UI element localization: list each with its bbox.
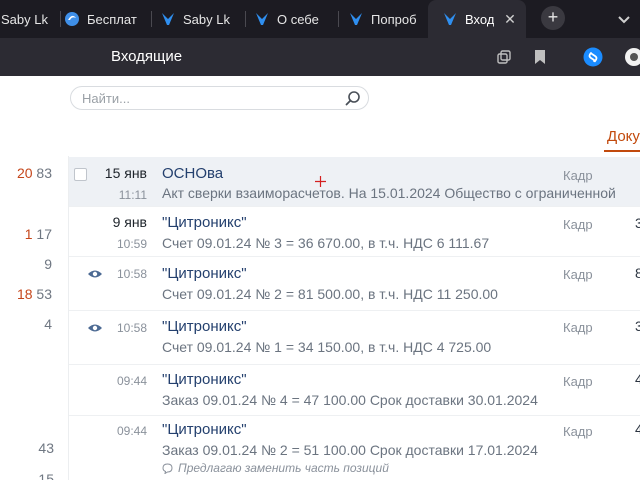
list-item[interactable]: 10:58 "Цитроникс" Счет 09.01.24 № 1 = 34… xyxy=(69,311,640,365)
row-date: 9 янв xyxy=(112,214,147,230)
row-responsible: Кадр xyxy=(563,424,593,439)
row-date: 15 янв xyxy=(104,165,147,181)
tab-divider xyxy=(151,11,152,27)
search-icon[interactable] xyxy=(344,90,362,108)
counter-unread: 1 xyxy=(24,226,33,242)
counter-7[interactable]: 15 xyxy=(0,471,54,480)
saby-icon xyxy=(254,11,270,27)
row-organization[interactable]: "Цитроникс" xyxy=(162,318,247,335)
row-description: Заказ 09.01.24 № 2 = 51 100.00 Срок дост… xyxy=(162,442,538,458)
search-input[interactable]: Найти... xyxy=(70,86,369,110)
browser-tab-strip: Saby Lk Бесплат Saby Lk О себе Попроб Вх… xyxy=(0,0,640,38)
tab-title: Вход xyxy=(465,11,495,27)
tab-divider xyxy=(338,11,339,27)
counter-total: 53 xyxy=(36,286,52,302)
tab-poprob[interactable]: Попроб xyxy=(348,0,418,38)
eye-icon xyxy=(87,267,103,279)
close-tab-icon[interactable]: ✕ xyxy=(502,11,518,27)
counter-total: 43 xyxy=(38,440,54,456)
shazam-icon[interactable] xyxy=(583,47,603,67)
counter-total: 9 xyxy=(44,256,52,272)
tab-title: Попроб xyxy=(371,11,417,27)
tab-saby-lk-2[interactable]: Saby Lk xyxy=(160,0,242,38)
new-tab-button[interactable]: + xyxy=(541,6,565,30)
browser-toolbar: Входящие xyxy=(0,38,640,76)
counter-6[interactable]: 43 xyxy=(0,440,54,456)
row-responsible: Кадр xyxy=(563,168,593,183)
counter-1[interactable]: 20 83 xyxy=(0,165,52,181)
tab-title: Saby Lk xyxy=(1,11,48,27)
tab-o-sebe[interactable]: О себе xyxy=(254,0,336,38)
row-description: Акт сверки взаиморасчетов. На 15.01.2024… xyxy=(162,185,616,201)
tab-title: Бесплат xyxy=(87,11,137,27)
swirl-icon xyxy=(64,11,80,27)
tab-title: О себе xyxy=(277,11,319,27)
row-time: 09:44 xyxy=(116,374,147,388)
eye-icon xyxy=(87,321,103,333)
chevron-down-icon[interactable] xyxy=(615,10,633,28)
counter-5[interactable]: 4 xyxy=(0,316,52,332)
list-item[interactable]: 10:58 "Цитроникс" Счет 09.01.24 № 2 = 81… xyxy=(69,257,640,311)
tab-title: Saby Lk xyxy=(183,11,230,27)
tab-vhod-active[interactable]: Вход ✕ xyxy=(428,0,526,38)
saby-icon xyxy=(348,11,364,27)
row-time: 10:59 xyxy=(116,237,147,251)
row-time: 10:58 xyxy=(116,267,147,281)
row-time: 10:58 xyxy=(116,321,147,335)
list-item[interactable]: 15 янв 11:11 ОСНОва Акт сверки взаиморас… xyxy=(69,157,640,207)
tab-underline xyxy=(604,150,640,152)
row-description: Счет 09.01.24 № 3 = 36 670.00, в т.ч. НД… xyxy=(162,235,490,251)
counter-2[interactable]: 1 17 xyxy=(0,226,52,242)
tab-divider xyxy=(60,11,61,27)
row-organization[interactable]: "Цитроникс" xyxy=(162,214,247,231)
page-title: Входящие xyxy=(111,48,183,65)
row-amount: 4 xyxy=(635,371,640,387)
row-comment: Предлагаю заменить часть позиций xyxy=(162,461,389,475)
comment-icon xyxy=(162,462,173,474)
list-item[interactable]: 09:44 "Цитроникс" Заказ 09.01.24 № 4 = 4… xyxy=(69,365,640,416)
list-item[interactable]: 9 янв 10:59 "Цитроникс" Счет 09.01.24 № … xyxy=(69,207,640,257)
row-organization[interactable]: "Цитроникс" xyxy=(162,421,247,438)
row-comment-text: Предлагаю заменить часть позиций xyxy=(178,461,389,475)
row-time: 09:44 xyxy=(116,424,147,438)
tab-saby-lk-1[interactable]: Saby Lk xyxy=(0,0,60,38)
tab-documents[interactable]: Доку xyxy=(607,128,640,145)
bookmark-icon[interactable] xyxy=(530,47,550,67)
extension-icon[interactable] xyxy=(624,47,640,67)
row-amount: 8 xyxy=(635,265,640,281)
tab-besplat[interactable]: Бесплат xyxy=(64,0,146,38)
counter-3[interactable]: 9 xyxy=(0,256,52,272)
counter-total: 17 xyxy=(36,226,52,242)
row-time: 11:11 xyxy=(118,188,147,202)
tab-collections-icon[interactable] xyxy=(494,47,514,67)
search-placeholder: Найти... xyxy=(82,91,130,106)
row-responsible: Кадр xyxy=(563,217,593,232)
row-responsible: Кадр xyxy=(563,267,593,282)
row-amount: 3 xyxy=(635,215,640,231)
saby-icon xyxy=(442,11,458,27)
counter-unread: 20 xyxy=(16,165,33,181)
row-amount: 3 xyxy=(635,318,640,334)
list-item[interactable]: 09:44 "Цитроникс" Заказ 09.01.24 № 2 = 5… xyxy=(69,416,640,480)
row-organization[interactable]: ОСНОва xyxy=(162,165,223,182)
row-description: Счет 09.01.24 № 2 = 81 500.00, в т.ч. НД… xyxy=(162,286,498,302)
row-organization[interactable]: "Цитроникс" xyxy=(162,371,247,388)
counter-4[interactable]: 18 53 xyxy=(0,286,52,302)
mouse-cursor xyxy=(315,174,326,187)
tab-divider xyxy=(245,11,246,27)
counter-unread: 18 xyxy=(16,286,33,302)
row-description: Заказ 09.01.24 № 4 = 47 100.00 Срок дост… xyxy=(162,392,538,408)
counter-total: 15 xyxy=(38,471,54,480)
row-description: Счет 09.01.24 № 1 = 34 150.00, в т.ч. НД… xyxy=(162,339,492,355)
counter-total: 4 xyxy=(44,316,52,332)
row-responsible: Кадр xyxy=(563,374,593,389)
row-checkbox[interactable] xyxy=(74,168,87,181)
row-organization[interactable]: "Цитроникс" xyxy=(162,265,247,282)
counter-total: 83 xyxy=(36,165,52,181)
row-responsible: Кадр xyxy=(563,320,593,335)
saby-icon xyxy=(160,11,176,27)
row-amount: 4 xyxy=(635,421,640,437)
